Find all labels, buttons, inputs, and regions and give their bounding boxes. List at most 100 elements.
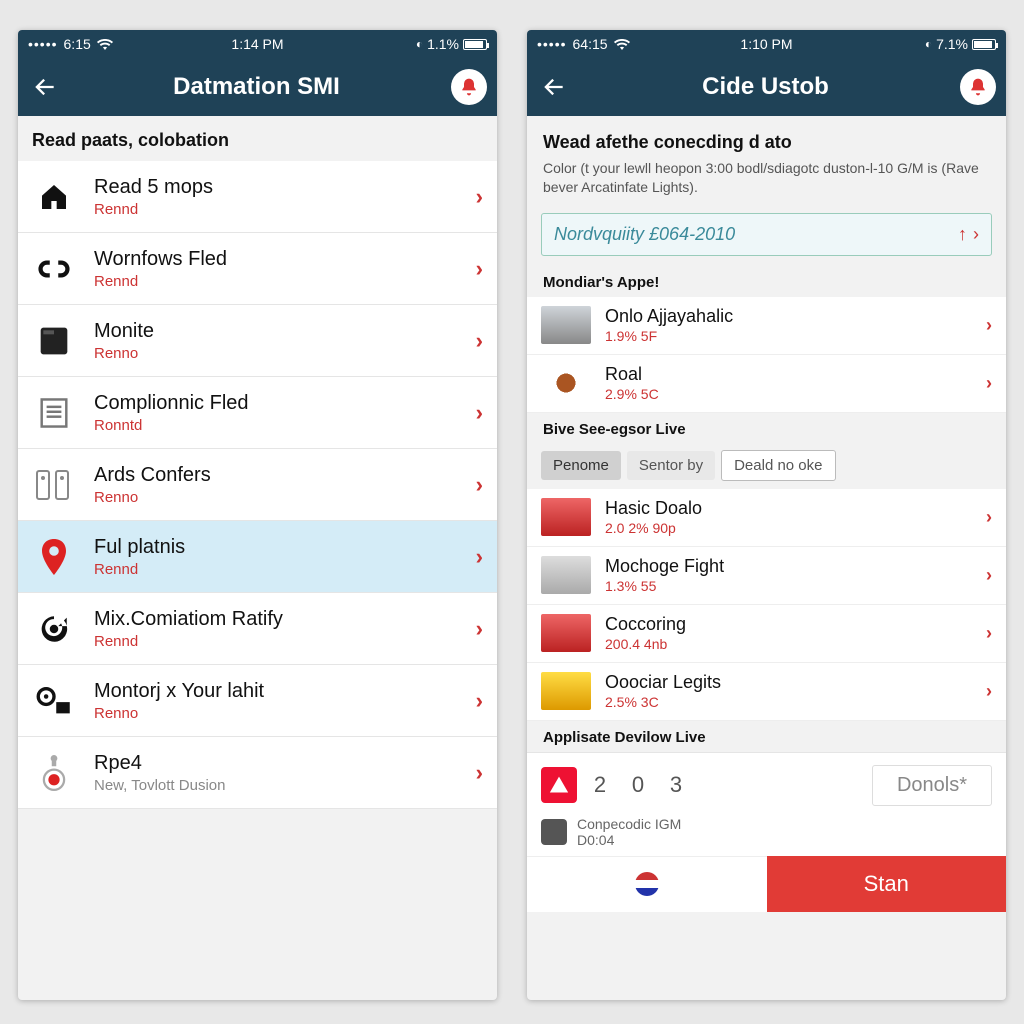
group-label-2: Bive See-egsor Live [527, 413, 1006, 444]
menu-item[interactable]: Read 5 mops Rennd› [18, 161, 497, 233]
device-icon [541, 819, 567, 845]
car-sub: 2.0 2% 90p [605, 520, 702, 536]
bottom-label: Applisate Devilow Live [527, 721, 1006, 752]
menu-item[interactable]: Complionnic FledRonntd› [18, 377, 497, 449]
stan-button[interactable]: Stan [767, 856, 1007, 912]
nav-header: Cide Ustob [527, 58, 1006, 116]
chevron-right-icon: › [986, 507, 992, 528]
arrow-left-icon [32, 74, 58, 100]
car-item[interactable]: Ooociar Legits2.5% 3C› [527, 663, 1006, 721]
digit-2: 0 [623, 772, 653, 798]
page-title: Datmation SMI [62, 73, 451, 101]
car-title: Coccoring [605, 614, 686, 635]
car-thumb [541, 306, 591, 344]
link-icon [32, 247, 76, 291]
nav-header: Datmation SMI [18, 58, 497, 116]
menu-item[interactable]: Rpe4 New, Tovlott Dusion› [18, 737, 497, 809]
menu-item-title: Complionnic Fled [94, 392, 476, 415]
servers-icon [32, 463, 76, 507]
arrow-left-icon [541, 74, 567, 100]
phone-left: 6:15 1:14 PM ◐ 1.1% Datmation SMI Read p… [18, 30, 497, 1000]
car-thumb [541, 614, 591, 652]
back-button[interactable] [28, 70, 62, 104]
menu-item-title: Rpe4 [94, 752, 476, 775]
filter-sentor[interactable]: Sentor by [627, 451, 715, 480]
menu-item-title: Read 5 mops [94, 176, 476, 199]
filter-penome[interactable]: Penome [541, 451, 621, 480]
digit-1: 2 [585, 772, 615, 798]
menu-item[interactable]: Montorj x Your lahit Renno› [18, 665, 497, 737]
car-title: Ooociar Legits [605, 672, 721, 693]
menu-item-sub: Renno [94, 705, 476, 722]
recycle-icon [32, 607, 76, 651]
menu-item-title: Wornfows Fled [94, 248, 476, 271]
menu-item-sub: New, Tovlott Dusion [94, 777, 476, 794]
back-button[interactable] [537, 70, 571, 104]
digit-3: 3 [661, 772, 691, 798]
home-icon [32, 175, 76, 219]
chevron-right-icon: › [986, 565, 992, 586]
chevron-right-icon: › [476, 544, 483, 570]
bell-icon [968, 77, 988, 97]
car-title: Mochoge Fight [605, 556, 724, 577]
description-text: Color (t your lewll heopon 3:00 bodl/sdi… [527, 159, 1006, 209]
chevron-right-icon: › [476, 688, 483, 714]
chevron-right-icon: › [476, 472, 483, 498]
car-item[interactable]: Onlo Ajjayahalic1.9% 5F› [527, 297, 1006, 355]
carrier-text: 64:15 [573, 36, 608, 52]
doc-icon [32, 391, 76, 435]
car-thumb [541, 672, 591, 710]
car-title: Roal [605, 364, 659, 385]
search-value: Nordvquiity £064-2010 [554, 224, 958, 245]
flag-button[interactable] [527, 856, 767, 912]
car-item[interactable]: Hasic Doalo2.0 2% 90p› [527, 489, 1006, 547]
car-item[interactable]: Roal2.9% 5C› [527, 355, 1006, 413]
chevron-right-icon: › [986, 681, 992, 702]
status-bar: 6:15 1:14 PM ◐ 1.1% [18, 30, 497, 58]
car-thumb [541, 556, 591, 594]
chevron-right-icon: › [476, 616, 483, 642]
car-sub: 1.9% 5F [605, 328, 733, 344]
menu-item[interactable]: Mix.Comiatiom RatifyRennd› [18, 593, 497, 665]
car-thumb [541, 498, 591, 536]
clock: 1:10 PM [690, 36, 843, 52]
menu-item-sub: Renno [94, 345, 476, 362]
menu-item[interactable]: MoniteRenno› [18, 305, 497, 377]
car-item[interactable]: Coccoring200.4 4nb› [527, 605, 1006, 663]
menu-item-sub: Rennd [94, 201, 476, 218]
donols-button[interactable]: Donols* [872, 765, 992, 806]
wifi-icon [97, 38, 113, 50]
menu-item-sub: Rennd [94, 561, 476, 578]
chevron-right-icon: › [476, 760, 483, 786]
car-sub: 1.3% 55 [605, 578, 724, 594]
pin-icon [32, 535, 76, 579]
clock: 1:14 PM [181, 36, 334, 52]
car-list-2: Hasic Doalo2.0 2% 90p›Mochoge Fight1.3% … [527, 489, 1006, 721]
chevron-right-icon: › [476, 400, 483, 426]
bell-icon [459, 77, 479, 97]
filter-deald[interactable]: Deald no oke [721, 450, 835, 481]
menu-list: Read 5 mopsRennd›Wornfows FledRennd›Moni… [18, 161, 497, 809]
warning-icon [541, 767, 577, 803]
filter-bar: Penome Sentor by Deald no oke [527, 444, 1006, 489]
mini-line2: D0:04 [577, 832, 681, 848]
page-title: Cide Ustob [571, 73, 960, 101]
menu-item-title: Montorj x Your lahit [94, 680, 476, 703]
menu-item-title: Mix.Comiatiom Ratify [94, 608, 476, 631]
arrow-up-icon: ↑ [958, 224, 967, 245]
battery-icon [463, 39, 487, 50]
menu-item[interactable]: Wornfows FledRennd› [18, 233, 497, 305]
chevron-right-icon: › [476, 184, 483, 210]
alert-button[interactable] [451, 69, 487, 105]
alert-button[interactable] [960, 69, 996, 105]
battery-icon [972, 39, 996, 50]
car-list-1: Onlo Ajjayahalic1.9% 5F›Roal2.9% 5C› [527, 297, 1006, 413]
menu-item[interactable]: Ful platnisRennd› [18, 521, 497, 593]
gears-icon [32, 679, 76, 723]
mini-line1: Conpecodic IGM [577, 816, 681, 832]
car-title: Onlo Ajjayahalic [605, 306, 733, 327]
car-item[interactable]: Mochoge Fight1.3% 55 › [527, 547, 1006, 605]
menu-item-title: Monite [94, 320, 476, 343]
search-input[interactable]: Nordvquiity £064-2010 ↑ › [541, 213, 992, 256]
menu-item[interactable]: Ards ConfersRenno› [18, 449, 497, 521]
